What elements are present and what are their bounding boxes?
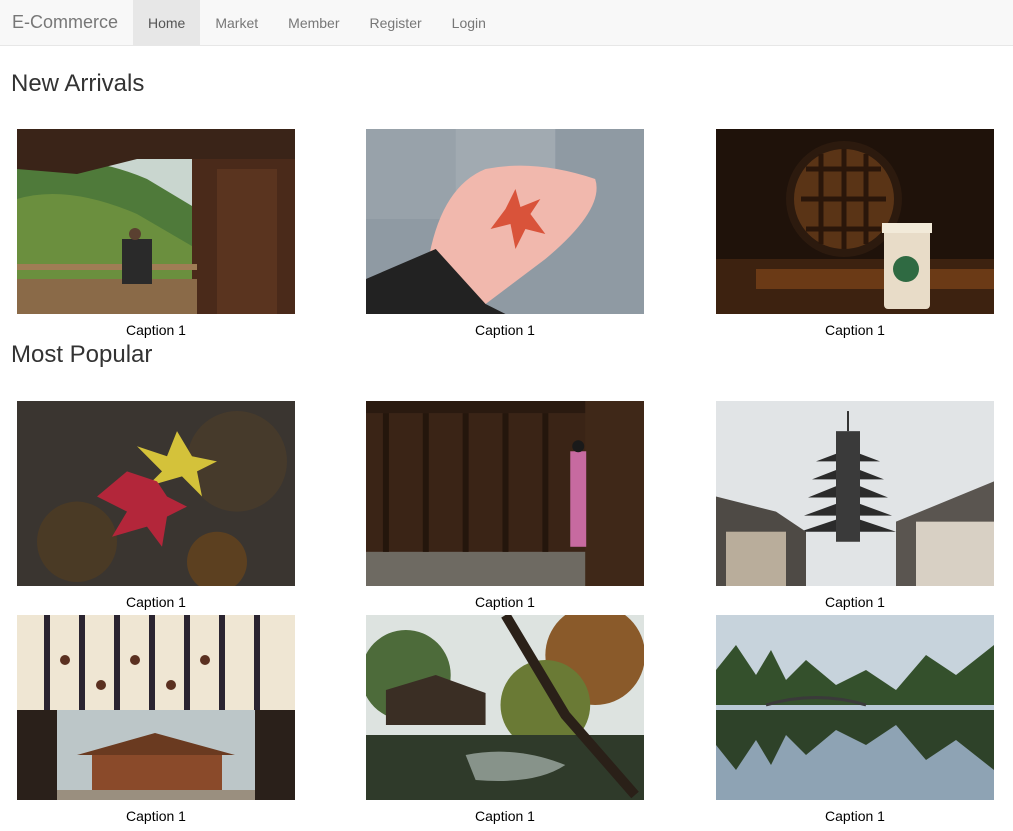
product-photo-fallen-leaves[interactable] (17, 401, 295, 586)
nav-login[interactable]: Login (437, 0, 501, 45)
product-tile: Caption 1 (17, 401, 296, 610)
product-photo-temple-veranda[interactable] (17, 129, 295, 314)
nav-market[interactable]: Market (200, 0, 273, 45)
product-photo-coffee-window[interactable] (716, 129, 994, 314)
product-caption: Caption 1 (475, 322, 535, 338)
product-photo-maple-leaf-hand[interactable] (366, 129, 644, 314)
product-caption: Caption 1 (126, 808, 186, 824)
top-navbar: E-Commerce Home Market Member Register L… (0, 0, 1013, 46)
product-tile: Caption 1 (17, 615, 296, 824)
brand-link[interactable]: E-Commerce (0, 0, 133, 45)
nav-member[interactable]: Member (273, 0, 354, 45)
product-tile: Caption 1 (366, 401, 645, 610)
product-tile: Caption 1 (716, 401, 995, 610)
nav-home[interactable]: Home (133, 0, 201, 45)
product-caption: Caption 1 (825, 594, 885, 610)
product-tile: Caption 1 (366, 615, 645, 824)
product-photo-shrine-curtain[interactable] (17, 615, 295, 800)
product-caption: Caption 1 (825, 322, 885, 338)
product-photo-pagoda-street[interactable] (716, 401, 994, 586)
product-caption: Caption 1 (126, 594, 186, 610)
product-caption: Caption 1 (475, 808, 535, 824)
product-tile: Caption 1 (17, 129, 296, 338)
product-photo-reflection-pond[interactable] (716, 615, 994, 800)
product-caption: Caption 1 (475, 594, 535, 610)
product-caption: Caption 1 (126, 322, 186, 338)
most-popular-heading: Most Popular (11, 341, 153, 368)
product-tile: Caption 1 (716, 129, 995, 338)
product-tile: Caption 1 (366, 129, 645, 338)
product-photo-garden-pond[interactable] (366, 615, 644, 800)
product-photo-wooden-wall-kimono[interactable] (366, 401, 644, 586)
product-tile: Caption 1 (716, 615, 995, 824)
nav-register[interactable]: Register (355, 0, 437, 45)
product-caption: Caption 1 (825, 808, 885, 824)
new-arrivals-heading: New Arrivals (11, 70, 145, 97)
